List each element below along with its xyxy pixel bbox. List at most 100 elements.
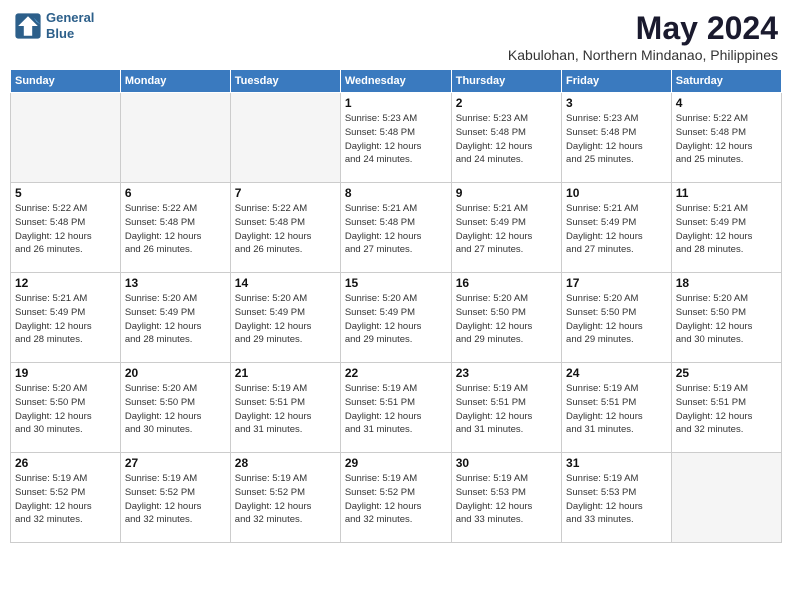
day-number: 24 <box>566 366 667 380</box>
calendar-cell: 1 Sunrise: 5:23 AMSunset: 5:48 PMDaylight… <box>340 93 451 183</box>
weekday-header-wednesday: Wednesday <box>340 70 451 93</box>
calendar-cell: 15 Sunrise: 5:20 AMSunset: 5:49 PMDayligh… <box>340 273 451 363</box>
day-number: 19 <box>15 366 116 380</box>
day-number: 5 <box>15 186 116 200</box>
calendar-cell: 30Sunrise: 5:19 AMSunset: 5:53 PMDayligh… <box>451 453 561 543</box>
calendar-cell <box>120 93 230 183</box>
day-number: 13 <box>125 276 226 290</box>
calendar-cell: 11 Sunrise: 5:21 AMSunset: 5:49 PMDayligh… <box>671 183 781 273</box>
day-info: Sunrise: 5:19 AMSunset: 5:52 PMDaylight:… <box>235 472 336 527</box>
calendar-cell: 9 Sunrise: 5:21 AMSunset: 5:49 PMDaylight… <box>451 183 561 273</box>
day-info: Sunrise: 5:20 AMSunset: 5:50 PMDaylight:… <box>15 382 116 437</box>
calendar-cell: 31 Sunrise: 5:19 AMSunset: 5:53 PMDayligh… <box>562 453 672 543</box>
calendar-cell: 28 Sunrise: 5:19 AMSunset: 5:52 PMDayligh… <box>230 453 340 543</box>
calendar-cell: 26 Sunrise: 5:19 AMSunset: 5:52 PMDayligh… <box>11 453 121 543</box>
day-info: Sunrise: 5:23 AMSunset: 5:48 PMDaylight:… <box>456 112 557 167</box>
day-info: Sunrise: 5:22 AMSunset: 5:48 PMDaylight:… <box>676 112 777 167</box>
calendar-cell: 24 Sunrise: 5:19 AMSunset: 5:51 PMDayligh… <box>562 363 672 453</box>
day-info: Sunrise: 5:21 AMSunset: 5:49 PMDaylight:… <box>456 202 557 257</box>
page-header: General Blue May 2024 Kabulohan, Norther… <box>10 10 782 63</box>
day-number: 15 <box>345 276 447 290</box>
month-title: May 2024 <box>508 10 778 47</box>
day-number: 28 <box>235 456 336 470</box>
day-number: 17 <box>566 276 667 290</box>
day-number: 11 <box>676 186 777 200</box>
day-info: Sunrise: 5:21 AMSunset: 5:48 PMDaylight:… <box>345 202 447 257</box>
day-number: 25 <box>676 366 777 380</box>
weekday-header-thursday: Thursday <box>451 70 561 93</box>
calendar-cell: 14 Sunrise: 5:20 AMSunset: 5:49 PMDayligh… <box>230 273 340 363</box>
week-row-1: 1 Sunrise: 5:23 AMSunset: 5:48 PMDaylight… <box>11 93 782 183</box>
day-number: 30 <box>456 456 557 470</box>
calendar-cell: 16 Sunrise: 5:20 AMSunset: 5:50 PMDayligh… <box>451 273 561 363</box>
logo-text: General Blue <box>46 10 94 41</box>
day-info: Sunrise: 5:19 AMSunset: 5:52 PMDaylight:… <box>15 472 116 527</box>
day-number: 10 <box>566 186 667 200</box>
day-info: Sunrise: 5:21 AMSunset: 5:49 PMDaylight:… <box>566 202 667 257</box>
logo: General Blue <box>14 10 94 41</box>
day-info: Sunrise: 5:20 AMSunset: 5:49 PMDaylight:… <box>235 292 336 347</box>
day-number: 14 <box>235 276 336 290</box>
day-info: Sunrise: 5:19 AMSunset: 5:52 PMDaylight:… <box>125 472 226 527</box>
calendar-cell: 29 Sunrise: 5:19 AMSunset: 5:52 PMDayligh… <box>340 453 451 543</box>
calendar-cell: 8 Sunrise: 5:21 AMSunset: 5:48 PMDaylight… <box>340 183 451 273</box>
day-info: Sunrise: 5:22 AMSunset: 5:48 PMDaylight:… <box>125 202 226 257</box>
calendar-cell: 3 Sunrise: 5:23 AMSunset: 5:48 PMDaylight… <box>562 93 672 183</box>
calendar-cell: 19 Sunrise: 5:20 AMSunset: 5:50 PMDayligh… <box>11 363 121 453</box>
day-number: 29 <box>345 456 447 470</box>
calendar-table: SundayMondayTuesdayWednesdayThursdayFrid… <box>10 69 782 543</box>
weekday-header-sunday: Sunday <box>11 70 121 93</box>
logo-icon <box>14 12 42 40</box>
calendar-cell: 22Sunrise: 5:19 AMSunset: 5:51 PMDayligh… <box>340 363 451 453</box>
day-number: 16 <box>456 276 557 290</box>
day-info: Sunrise: 5:21 AMSunset: 5:49 PMDaylight:… <box>15 292 116 347</box>
day-info: Sunrise: 5:23 AMSunset: 5:48 PMDaylight:… <box>345 112 447 167</box>
day-number: 23 <box>456 366 557 380</box>
calendar-cell <box>230 93 340 183</box>
week-row-4: 19 Sunrise: 5:20 AMSunset: 5:50 PMDayligh… <box>11 363 782 453</box>
day-info: Sunrise: 5:19 AMSunset: 5:51 PMDaylight:… <box>566 382 667 437</box>
weekday-header-friday: Friday <box>562 70 672 93</box>
calendar-cell <box>671 453 781 543</box>
day-number: 9 <box>456 186 557 200</box>
day-number: 3 <box>566 96 667 110</box>
day-number: 4 <box>676 96 777 110</box>
day-info: Sunrise: 5:20 AMSunset: 5:50 PMDaylight:… <box>125 382 226 437</box>
calendar-cell: 23Sunrise: 5:19 AMSunset: 5:51 PMDayligh… <box>451 363 561 453</box>
day-number: 26 <box>15 456 116 470</box>
calendar-cell: 27Sunrise: 5:19 AMSunset: 5:52 PMDayligh… <box>120 453 230 543</box>
day-number: 22 <box>345 366 447 380</box>
day-info: Sunrise: 5:20 AMSunset: 5:49 PMDaylight:… <box>345 292 447 347</box>
day-info: Sunrise: 5:20 AMSunset: 5:50 PMDaylight:… <box>456 292 557 347</box>
weekday-header-saturday: Saturday <box>671 70 781 93</box>
day-info: Sunrise: 5:19 AMSunset: 5:52 PMDaylight:… <box>345 472 447 527</box>
day-info: Sunrise: 5:20 AMSunset: 5:49 PMDaylight:… <box>125 292 226 347</box>
day-info: Sunrise: 5:22 AMSunset: 5:48 PMDaylight:… <box>235 202 336 257</box>
day-number: 31 <box>566 456 667 470</box>
day-number: 2 <box>456 96 557 110</box>
week-row-5: 26 Sunrise: 5:19 AMSunset: 5:52 PMDayligh… <box>11 453 782 543</box>
calendar-cell: 10 Sunrise: 5:21 AMSunset: 5:49 PMDayligh… <box>562 183 672 273</box>
day-number: 12 <box>15 276 116 290</box>
title-block: May 2024 Kabulohan, Northern Mindanao, P… <box>508 10 778 63</box>
calendar-cell: 5 Sunrise: 5:22 AMSunset: 5:48 PMDaylight… <box>11 183 121 273</box>
day-info: Sunrise: 5:22 AMSunset: 5:48 PMDaylight:… <box>15 202 116 257</box>
week-row-3: 12 Sunrise: 5:21 AMSunset: 5:49 PMDayligh… <box>11 273 782 363</box>
day-number: 21 <box>235 366 336 380</box>
calendar-cell: 21Sunrise: 5:19 AMSunset: 5:51 PMDayligh… <box>230 363 340 453</box>
day-info: Sunrise: 5:19 AMSunset: 5:51 PMDaylight:… <box>676 382 777 437</box>
weekday-header-tuesday: Tuesday <box>230 70 340 93</box>
day-number: 18 <box>676 276 777 290</box>
calendar-cell: 20Sunrise: 5:20 AMSunset: 5:50 PMDayligh… <box>120 363 230 453</box>
calendar-cell: 17Sunrise: 5:20 AMSunset: 5:50 PMDayligh… <box>562 273 672 363</box>
week-row-2: 5 Sunrise: 5:22 AMSunset: 5:48 PMDaylight… <box>11 183 782 273</box>
calendar-cell: 6Sunrise: 5:22 AMSunset: 5:48 PMDaylight… <box>120 183 230 273</box>
day-number: 1 <box>345 96 447 110</box>
day-number: 8 <box>345 186 447 200</box>
location: Kabulohan, Northern Mindanao, Philippine… <box>508 47 778 63</box>
day-info: Sunrise: 5:21 AMSunset: 5:49 PMDaylight:… <box>676 202 777 257</box>
weekday-header-monday: Monday <box>120 70 230 93</box>
calendar-cell <box>11 93 121 183</box>
day-info: Sunrise: 5:23 AMSunset: 5:48 PMDaylight:… <box>566 112 667 167</box>
day-info: Sunrise: 5:19 AMSunset: 5:53 PMDaylight:… <box>566 472 667 527</box>
